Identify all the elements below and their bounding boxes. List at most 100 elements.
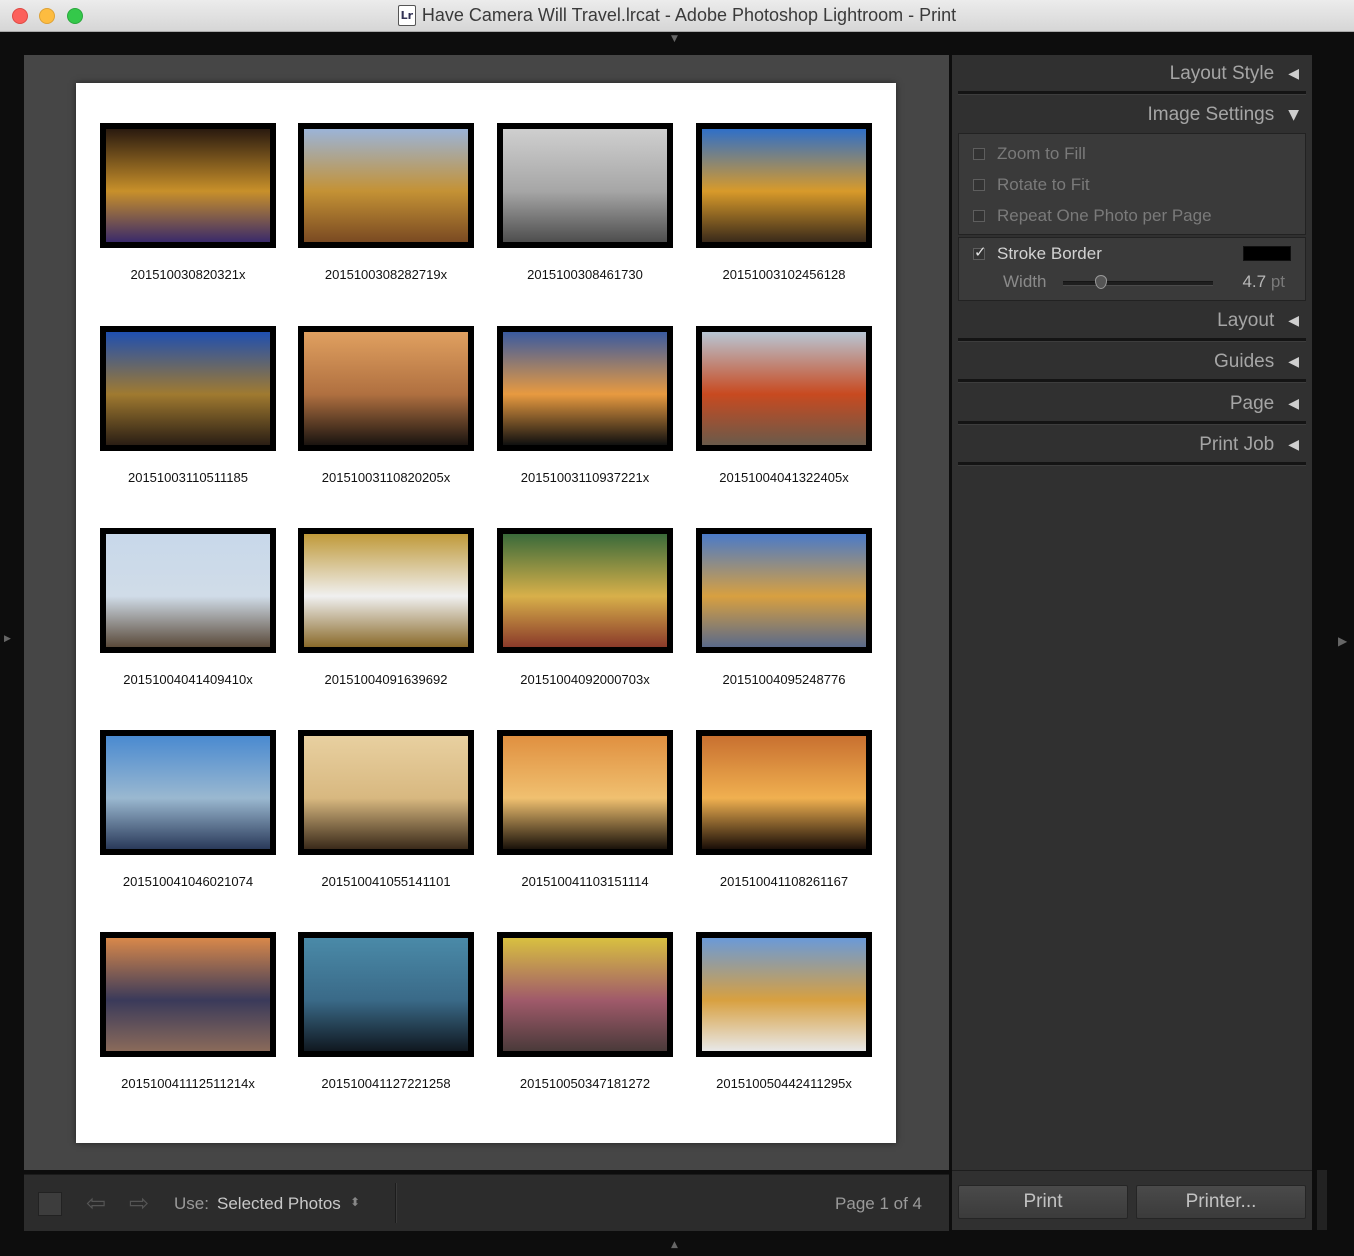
- layout-style-header[interactable]: Layout Style ◀: [1170, 59, 1299, 89]
- photo-thumbnail[interactable]: [696, 730, 872, 855]
- photo-cell[interactable]: 201510041112511214x: [100, 932, 276, 1091]
- updown-chevron-icon[interactable]: ⬍: [350, 1195, 360, 1209]
- repeat-one-photo-label: Repeat One Photo per Page: [997, 206, 1212, 225]
- rotate-to-fit-option[interactable]: Rotate to Fit: [973, 175, 1090, 195]
- arrow-right-icon[interactable]: ⇨: [129, 1189, 149, 1217]
- photo-caption: 20151004041409410x: [123, 672, 253, 687]
- photo-thumbnail[interactable]: [497, 123, 673, 248]
- photo-thumbnail[interactable]: [298, 326, 474, 451]
- collapsed-triangle-icon: ◀: [1288, 437, 1299, 453]
- photo-thumbnail[interactable]: [100, 932, 276, 1057]
- photo-thumbnail[interactable]: [696, 932, 872, 1057]
- photo-cell[interactable]: 201510050442411295x: [696, 932, 872, 1091]
- printer-button[interactable]: Printer...: [1136, 1185, 1306, 1219]
- print-job-label: Print Job: [1199, 434, 1275, 455]
- photo-thumbnail[interactable]: [100, 528, 276, 653]
- photo-caption: 2015100308282719x: [324, 267, 448, 282]
- stroke-color-swatch[interactable]: [1243, 246, 1291, 261]
- repeat-one-photo-option[interactable]: Repeat One Photo per Page: [973, 206, 1212, 226]
- photo-image: [304, 129, 468, 242]
- section-divider: [958, 421, 1306, 425]
- photo-cell[interactable]: 20151004041409410x: [100, 528, 276, 687]
- filmstrip-toggle-icon[interactable]: ▲: [671, 1240, 678, 1250]
- photo-thumbnail[interactable]: [696, 528, 872, 653]
- rotate-to-fit-checkbox[interactable]: [973, 179, 985, 191]
- top-panel-toggle-icon[interactable]: ▼: [671, 34, 678, 44]
- toolbar: ⇦ ⇨ Use: Selected Photos ⬍ Page 1 of 4: [24, 1174, 949, 1231]
- photo-cell[interactable]: 201510041055141101: [298, 730, 474, 889]
- photo-thumbnail[interactable]: [696, 326, 872, 451]
- print-button[interactable]: Print: [958, 1185, 1128, 1219]
- layout-label: Layout: [1217, 310, 1275, 331]
- use-selector[interactable]: Selected Photos: [217, 1194, 341, 1214]
- photo-caption: 201510050442411295x: [716, 1076, 852, 1091]
- stroke-border-checkbox[interactable]: [973, 243, 987, 261]
- photo-cell[interactable]: 20151004041322405x: [696, 326, 872, 485]
- photo-caption: 20151004041322405x: [719, 470, 849, 485]
- photo-image: [106, 938, 270, 1051]
- photo-thumbnail[interactable]: [497, 932, 673, 1057]
- photo-thumbnail[interactable]: [298, 528, 474, 653]
- panel-scrollbar[interactable]: [1317, 1170, 1327, 1230]
- photo-cell[interactable]: 201510041046021074: [100, 730, 276, 889]
- photo-cell[interactable]: 201510041103151114: [497, 730, 673, 889]
- photo-image: [503, 938, 667, 1051]
- collapsed-triangle-icon: ◀: [1288, 354, 1299, 370]
- collapsed-triangle-icon: ◀: [1288, 313, 1299, 329]
- photo-cell[interactable]: 201510030820321x: [100, 123, 276, 282]
- width-value[interactable]: 4.7 pt: [1242, 272, 1285, 292]
- collapsed-triangle-icon: ◀: [1288, 66, 1299, 82]
- photo-cell[interactable]: 20151003110820205x: [298, 326, 474, 485]
- photo-cell[interactable]: 20151003102456128: [696, 123, 872, 282]
- photo-cell[interactable]: 201510050347181272: [497, 932, 673, 1091]
- image-settings-header[interactable]: Image Settings ▼: [1147, 100, 1299, 130]
- photo-cell[interactable]: 20151003110937221x: [497, 326, 673, 485]
- photo-image: [503, 332, 667, 445]
- photo-image: [702, 129, 866, 242]
- print-job-header[interactable]: Print Job ◀: [1199, 430, 1299, 460]
- photo-cell[interactable]: 20151004091639692: [298, 528, 474, 687]
- photo-cell[interactable]: 20151003110511185: [100, 326, 276, 485]
- photo-cell[interactable]: 2015100308461730: [497, 123, 673, 282]
- guides-label: Guides: [1214, 351, 1275, 372]
- photo-image: [702, 332, 866, 445]
- width-slider[interactable]: [1063, 275, 1213, 289]
- photo-thumbnail[interactable]: [100, 326, 276, 451]
- zoom-to-fill-checkbox[interactable]: [973, 148, 985, 160]
- photo-cell[interactable]: 201510041127221258: [298, 932, 474, 1091]
- photo-cell[interactable]: 201510041108261167: [696, 730, 872, 889]
- section-divider: [958, 338, 1306, 342]
- photo-image: [106, 736, 270, 849]
- photo-cell[interactable]: 20151004092000703x: [497, 528, 673, 687]
- photo-thumbnail[interactable]: [100, 123, 276, 248]
- photo-caption: 20151004092000703x: [520, 672, 650, 687]
- right-panel-toggle-icon[interactable]: ▶: [1338, 634, 1347, 648]
- photo-cell[interactable]: 20151004095248776: [696, 528, 872, 687]
- photo-thumbnail[interactable]: [696, 123, 872, 248]
- photo-caption: 201510041112511214x: [121, 1076, 255, 1091]
- rotate-to-fit-label: Rotate to Fit: [997, 175, 1090, 194]
- photo-caption: 20151003110511185: [127, 470, 248, 485]
- page-header[interactable]: Page ◀: [1230, 389, 1299, 419]
- photo-caption: 201510041046021074: [122, 874, 254, 889]
- zoom-to-fill-option[interactable]: Zoom to Fill: [973, 144, 1086, 164]
- photo-thumbnail[interactable]: [100, 730, 276, 855]
- photo-thumbnail[interactable]: [497, 528, 673, 653]
- repeat-one-photo-checkbox[interactable]: [973, 210, 985, 222]
- layout-header[interactable]: Layout ◀: [1217, 306, 1299, 336]
- photo-thumbnail[interactable]: [298, 123, 474, 248]
- photo-cell[interactable]: 2015100308282719x: [298, 123, 474, 282]
- page-indicator: Page 1 of 4: [835, 1194, 922, 1213]
- guides-header[interactable]: Guides ◀: [1214, 347, 1299, 377]
- photo-thumbnail[interactable]: [497, 326, 673, 451]
- width-slider-thumb[interactable]: [1094, 275, 1107, 289]
- left-panel-toggle-icon[interactable]: ▶: [4, 634, 11, 644]
- photo-thumbnail[interactable]: [497, 730, 673, 855]
- photo-image: [106, 129, 270, 242]
- stroke-border-option[interactable]: Stroke Border: [973, 243, 1102, 264]
- photo-thumbnail[interactable]: [298, 932, 474, 1057]
- page-view-button[interactable]: [38, 1192, 62, 1216]
- page-label: Page: [1229, 393, 1275, 414]
- arrow-left-icon[interactable]: ⇦: [86, 1189, 106, 1217]
- photo-thumbnail[interactable]: [298, 730, 474, 855]
